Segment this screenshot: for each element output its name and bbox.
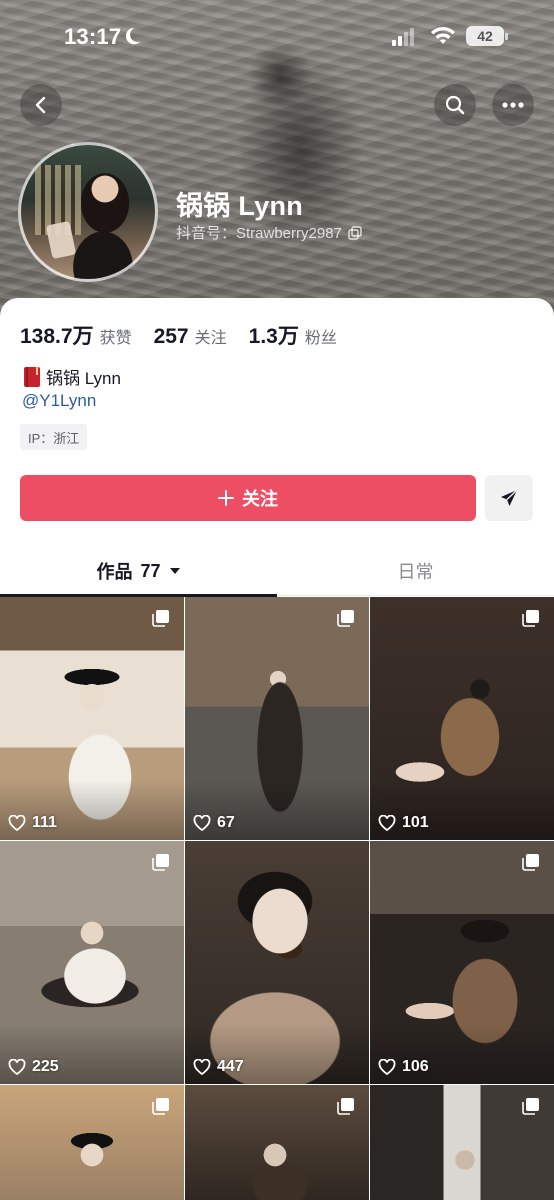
stat-followers[interactable]: 1.3万 粉丝 <box>249 320 337 350</box>
stat-likes[interactable]: 138.7万 获赞 <box>20 320 132 350</box>
multi-image-icon <box>152 1098 169 1115</box>
battery-indicator: 42 <box>466 26 508 46</box>
stat-likes-value: 138.7万 <box>20 325 94 348</box>
avatar[interactable] <box>18 142 158 282</box>
stat-likes-label: 获赞 <box>99 330 132 347</box>
heart-icon <box>378 1059 396 1075</box>
red-book-icon <box>24 366 40 387</box>
content-tabs: 作品 77 日常 <box>0 546 554 597</box>
multi-image-icon <box>337 610 354 627</box>
multi-image-icon <box>522 610 539 627</box>
bio-handle-link[interactable]: @Y1Lynn <box>22 391 96 411</box>
more-button[interactable] <box>492 84 534 126</box>
bio-name-text: 锅锅 Lynn <box>46 369 121 388</box>
bio-name: 锅锅 Lynn <box>22 364 121 389</box>
douyin-id-text: 抖音号：Strawberry2987 <box>176 225 342 242</box>
stat-followers-value: 1.3万 <box>248 325 299 348</box>
wifi-icon <box>431 27 455 44</box>
like-count-value: 225 <box>32 1058 59 1075</box>
caret-down-icon[interactable] <box>169 566 181 576</box>
like-count-value: 106 <box>402 1058 429 1075</box>
like-count-value: 447 <box>217 1058 244 1075</box>
copy-icon[interactable] <box>348 225 362 240</box>
stat-followers-label: 粉丝 <box>304 330 337 347</box>
post-tile[interactable]: 225 <box>0 841 184 1084</box>
tab-daily-label: 日常 <box>397 562 434 582</box>
heart-icon <box>193 1059 211 1075</box>
stat-following-value: 257 <box>153 325 189 348</box>
heart-icon <box>378 815 396 831</box>
heart-icon <box>8 1059 26 1075</box>
more-dots-icon <box>502 102 524 108</box>
multi-image-icon <box>522 1098 539 1115</box>
stat-following-label: 关注 <box>194 330 227 347</box>
display-name: 锅锅 Lynn <box>176 191 304 221</box>
follow-button[interactable]: 关注 <box>20 475 476 521</box>
like-count: 101 <box>378 814 429 832</box>
post-tile[interactable]: 67 <box>185 597 369 840</box>
like-count-value: 111 <box>32 814 57 831</box>
tab-works[interactable]: 作品 77 <box>0 546 277 597</box>
heart-icon <box>8 815 26 831</box>
status-time: 13:17 <box>64 24 122 49</box>
multi-image-icon <box>152 610 169 627</box>
like-count: 67 <box>193 814 235 832</box>
status-bar: 13:17 42 <box>0 0 554 76</box>
like-count: 106 <box>378 1058 429 1076</box>
douyin-id[interactable]: 抖音号：Strawberry2987 <box>176 222 362 243</box>
follow-button-label: 关注 <box>242 489 278 509</box>
moon-icon <box>125 27 141 45</box>
tab-daily[interactable]: 日常 <box>277 546 554 596</box>
signal-icon <box>392 28 414 46</box>
post-tile[interactable]: 447 <box>185 841 369 1084</box>
post-tile[interactable] <box>185 1085 369 1200</box>
like-count: 111 <box>8 814 57 832</box>
like-count-value: 67 <box>217 814 235 831</box>
multi-image-icon <box>337 1098 354 1115</box>
chevron-left-icon <box>35 96 46 114</box>
post-tile[interactable] <box>370 1085 554 1200</box>
like-count: 447 <box>193 1058 244 1076</box>
search-button[interactable] <box>434 84 476 126</box>
profile-stats: 138.7万 获赞 257 关注 1.3万 粉丝 <box>20 320 359 350</box>
tab-works-count: 77 <box>140 560 161 581</box>
heart-icon <box>193 815 211 831</box>
tab-works-label: 作品 <box>96 562 133 582</box>
post-tile[interactable]: 106 <box>370 841 554 1084</box>
multi-image-icon <box>522 854 539 871</box>
ip-location-tag: IP：浙江 <box>20 424 88 450</box>
search-icon <box>445 95 465 115</box>
plus-icon <box>218 490 234 506</box>
like-count: 225 <box>8 1058 59 1076</box>
post-tile[interactable] <box>0 1085 184 1200</box>
multi-image-icon <box>152 854 169 871</box>
stat-following[interactable]: 257 关注 <box>154 324 227 349</box>
share-button[interactable] <box>485 475 533 521</box>
send-icon <box>501 489 518 506</box>
post-tile[interactable]: 101 <box>370 597 554 840</box>
like-count-value: 101 <box>402 814 429 831</box>
post-tile[interactable]: 111 <box>0 597 184 840</box>
back-button[interactable] <box>20 84 62 126</box>
